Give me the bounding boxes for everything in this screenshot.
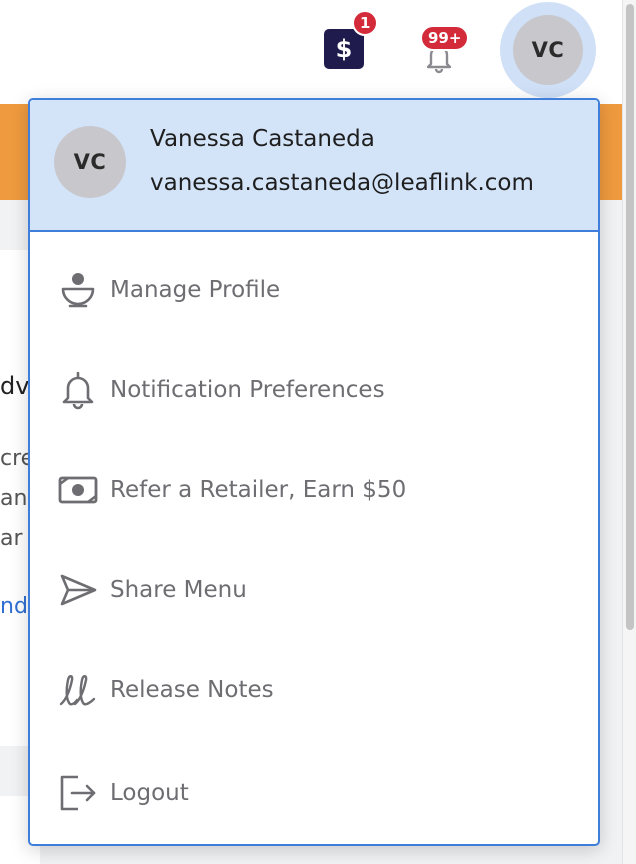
- menu-item-label: Manage Profile: [110, 277, 281, 303]
- menu-item-notification-preferences[interactable]: Notification Preferences: [30, 355, 598, 425]
- bell-icon: [58, 370, 98, 410]
- send-icon: [58, 570, 98, 610]
- menu-item-refer-retailer[interactable]: Refer a Retailer, Earn $50: [30, 455, 598, 525]
- menu-item-label: Share Menu: [110, 577, 247, 603]
- menu-item-logout[interactable]: Logout: [30, 758, 598, 828]
- menu-item-label: Notification Preferences: [110, 377, 385, 403]
- dollar-icon: $: [335, 35, 353, 63]
- release-notes-icon: [58, 670, 98, 710]
- notifications-badge: 99+: [420, 25, 470, 51]
- scrollbar-thumb[interactable]: [626, 4, 634, 630]
- menu-item-label: Release Notes: [110, 677, 274, 703]
- wallet-button[interactable]: $: [324, 29, 364, 69]
- avatar: VC: [54, 126, 126, 198]
- card-text-fragment: an: [0, 486, 28, 511]
- user-name: Vanessa Castaneda: [150, 126, 375, 152]
- card-heading-fragment: dv: [0, 372, 28, 400]
- user-menu-header: VC Vanessa Castaneda vanessa.castaneda@l…: [30, 100, 598, 232]
- menu-item-share-menu[interactable]: Share Menu: [30, 555, 598, 625]
- card-link-fragment[interactable]: nd: [0, 594, 28, 619]
- user-menu-dropdown: VC Vanessa Castaneda vanessa.castaneda@l…: [28, 98, 600, 846]
- page-scrollbar[interactable]: [622, 0, 636, 864]
- user-email: vanessa.castaneda@leaflink.com: [150, 170, 534, 196]
- menu-item-release-notes[interactable]: Release Notes: [30, 655, 598, 725]
- logout-icon: [58, 773, 98, 813]
- card-text-fragment: ar: [0, 526, 23, 551]
- user-avatar-button[interactable]: VC: [513, 15, 583, 85]
- menu-item-manage-profile[interactable]: Manage Profile: [30, 255, 598, 325]
- menu-item-label: Refer a Retailer, Earn $50: [110, 477, 407, 503]
- card-text-fragment: cre: [0, 446, 28, 471]
- cash-icon: [58, 470, 98, 510]
- profile-icon: [58, 270, 98, 310]
- menu-item-label: Logout: [110, 780, 189, 806]
